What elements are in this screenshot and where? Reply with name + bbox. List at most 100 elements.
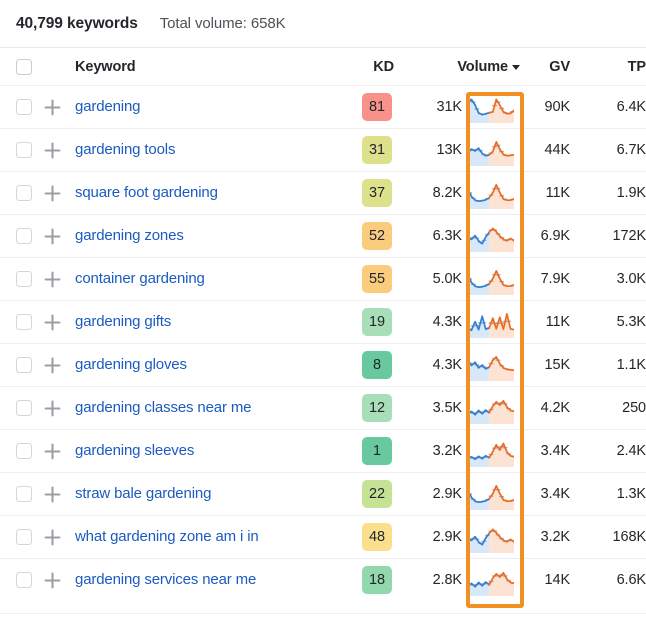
volume-trend-sparkline-cell[interactable] [462,85,521,129]
row-select-cell[interactable] [0,429,44,473]
add-keyword-cell[interactable] [44,171,75,215]
row-checkbox[interactable] [16,99,32,115]
volume-trend-sparkline-cell[interactable] [462,515,521,559]
keyword-link[interactable]: gardening sleeves [75,442,194,459]
row-checkbox[interactable] [16,572,32,589]
gv-cell: 7.9K [520,257,570,301]
keyword-link[interactable]: container gardening [75,270,205,287]
row-select-cell[interactable] [0,128,44,172]
row-select-cell[interactable] [0,257,44,301]
row-select-cell[interactable] [0,300,44,344]
volume-trend-sparkline-cell[interactable] [462,214,521,258]
row-select-cell[interactable] [0,386,44,430]
plus-icon[interactable] [44,486,75,503]
sparkline-chart-icon [462,522,520,553]
row-select-cell[interactable] [0,214,44,258]
table-row[interactable]: gardening zones 52 6.3K 6.9K 172K [0,214,646,258]
keyword-link[interactable]: gardening zones [75,227,184,244]
row-select-cell[interactable] [0,472,44,516]
table-row[interactable]: gardening tools 31 13K 44K 6.7K [0,128,646,172]
table-row[interactable]: gardening classes near me 12 3.5K 4.2K 250 [0,386,646,430]
plus-icon[interactable] [44,142,75,159]
select-all-checkbox[interactable] [16,58,32,75]
kd-column-header[interactable]: KD [352,47,394,86]
keyword-link[interactable]: gardening tools [75,141,175,158]
plus-icon[interactable] [44,443,75,460]
add-keyword-cell[interactable] [44,386,75,430]
row-checkbox[interactable] [16,400,32,416]
table-row[interactable]: gardening gifts 19 4.3K 11K 5.3K [0,300,646,344]
row-select-cell[interactable] [0,558,44,602]
row-checkbox[interactable] [16,443,32,459]
plus-icon[interactable] [44,357,75,374]
row-checkbox[interactable] [16,529,32,545]
tp-cell: 172K [570,214,646,258]
volume-trend-sparkline-cell[interactable] [462,300,521,344]
plus-icon[interactable] [44,185,75,202]
volume-cell: 13K [394,128,462,172]
add-keyword-cell[interactable] [44,257,75,301]
table-row[interactable]: gardening gloves 8 4.3K 15K 1.1K [0,343,646,387]
row-checkbox[interactable] [16,228,32,244]
volume-trend-sparkline-cell[interactable] [462,171,521,215]
kd-cell: 37 [352,171,394,215]
gv-column-header[interactable]: GV [520,47,570,86]
add-keyword-cell[interactable] [44,472,75,516]
add-keyword-cell[interactable] [44,515,75,559]
gv-cell: 3.2K [520,515,570,559]
keyword-link[interactable]: straw bale gardening [75,485,211,502]
tp-cell: 250 [570,386,646,430]
row-checkbox[interactable] [16,185,32,201]
keyword-cell: container gardening [75,257,352,301]
table-row[interactable]: gardening sleeves 1 3.2K 3.4K 2.4K [0,429,646,473]
add-keyword-cell[interactable] [44,128,75,172]
table-row[interactable]: square foot gardening 37 8.2K 11K 1.9K [0,171,646,215]
volume-trend-sparkline-cell[interactable] [462,429,521,473]
plus-icon[interactable] [44,228,75,245]
add-keyword-cell[interactable] [44,429,75,473]
row-select-cell[interactable] [0,515,44,559]
volume-trend-sparkline-cell[interactable] [462,128,521,172]
add-keyword-cell[interactable] [44,300,75,344]
table-row[interactable]: gardening services near me 18 2.8K 14K 6.6K [0,558,646,602]
sparkline-chart-icon [462,479,520,510]
plus-icon[interactable] [44,529,75,546]
keyword-link[interactable]: gardening [75,98,141,115]
volume-trend-sparkline-cell[interactable] [462,472,521,516]
row-select-cell[interactable] [0,343,44,387]
keyword-column-header[interactable]: Keyword [75,47,352,86]
volume-trend-sparkline-cell[interactable] [462,558,521,602]
add-keyword-cell[interactable] [44,214,75,258]
keyword-link[interactable]: what gardening zone am i in [75,528,259,545]
plus-icon[interactable] [44,314,75,331]
add-keyword-cell[interactable] [44,85,75,129]
select-all-cell[interactable] [0,47,44,86]
table-row[interactable]: what gardening zone am i in 48 2.9K 3.2K 16… [0,515,646,559]
row-checkbox[interactable] [16,357,32,373]
volume-trend-sparkline-cell[interactable] [462,343,521,387]
add-keyword-cell[interactable] [44,343,75,387]
row-checkbox[interactable] [16,142,32,158]
row-checkbox[interactable] [16,314,32,330]
row-select-cell[interactable] [0,85,44,129]
volume-trend-sparkline-cell[interactable] [462,257,521,301]
plus-icon[interactable] [44,400,75,417]
table-row[interactable]: straw bale gardening 22 2.9K 3.4K 1.3K [0,472,646,516]
row-checkbox[interactable] [16,271,32,287]
tp-column-header[interactable]: TP [570,47,646,86]
volume-column-header[interactable]: Volume [394,47,521,86]
plus-icon[interactable] [44,572,75,589]
keyword-link[interactable]: gardening classes near me [75,399,252,416]
keyword-link[interactable]: square foot gardening [75,184,218,201]
table-row[interactable]: container gardening 55 5.0K 7.9K 3.0K [0,257,646,301]
keyword-link[interactable]: gardening gloves [75,356,187,373]
row-select-cell[interactable] [0,171,44,215]
keyword-link[interactable]: gardening services near me [75,571,256,588]
plus-icon[interactable] [44,99,75,116]
volume-trend-sparkline-cell[interactable] [462,386,521,430]
add-keyword-cell[interactable] [44,558,75,602]
table-row[interactable]: gardening 81 31K 90K 6.4K [0,85,646,129]
plus-icon[interactable] [44,271,75,288]
keyword-link[interactable]: gardening gifts [75,313,171,330]
row-checkbox[interactable] [16,486,32,502]
